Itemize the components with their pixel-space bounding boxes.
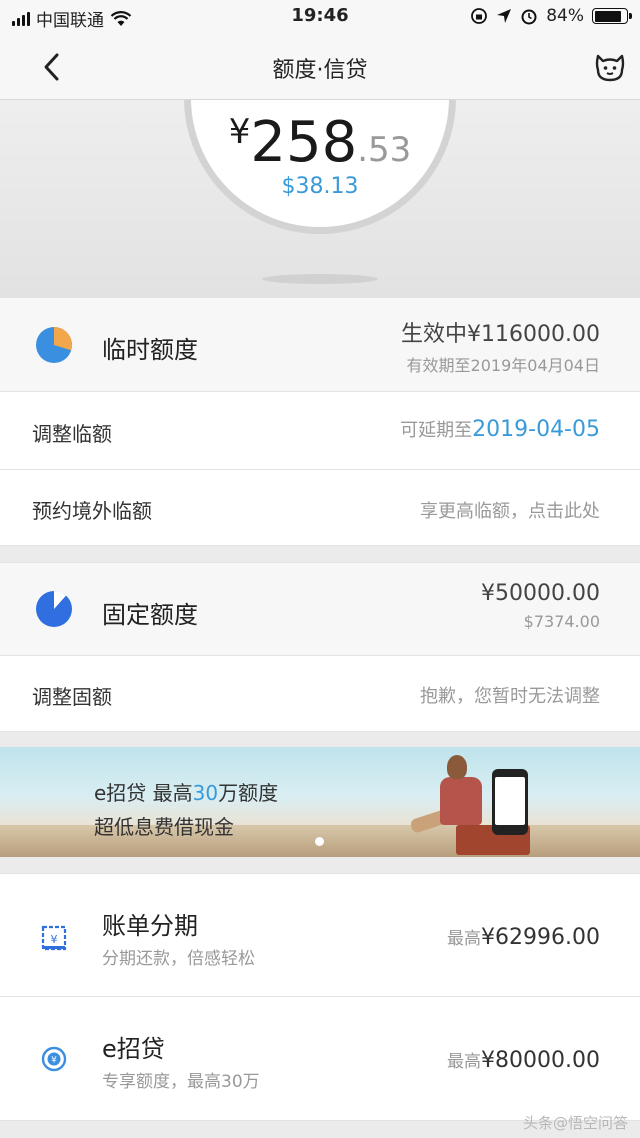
watermark: 头条@悟空问答	[522, 1114, 628, 1132]
page-title: 额度·信贷	[272, 58, 368, 83]
fixed-limit-label: 固定额度	[102, 601, 198, 629]
available-amount-usd: $38.13	[281, 174, 359, 199]
adjust-temporary-limit-row[interactable]: 调整临额 可延期至2019-04-05	[0, 392, 640, 470]
fixed-limit-amount: ¥50000.00	[481, 581, 600, 606]
battery-icon	[592, 8, 632, 24]
fixed-limit-usd: $7374.00	[523, 612, 600, 631]
svg-text:¥: ¥	[51, 933, 58, 946]
adjust-fixed-limit-hint: 抱歉，您暂时无法调整	[420, 686, 600, 707]
battery-fill	[594, 10, 621, 22]
nav-bar: 额度·信贷	[0, 34, 640, 100]
bill-installment-subtitle: 分期还款，倍感轻松	[102, 949, 255, 969]
banner-headline: e招贷 最高30万额度	[94, 777, 278, 806]
e-loan-amount: 最高¥80000.00	[447, 1047, 600, 1073]
alarm-icon	[521, 9, 537, 25]
bill-installment-amount: 最高¥62996.00	[447, 924, 600, 950]
temporary-limit-values: 生效中¥116000.00 有效期至2019年04月04日	[401, 316, 600, 376]
temporary-limit-row[interactable]: 临时额度 生效中¥116000.00 有效期至2019年04月04日	[0, 298, 640, 392]
available-credit-section: ¥258.53 $38.13	[0, 100, 640, 298]
banner-figure	[440, 777, 482, 825]
e-loan-subtitle: 专享额度，最高30万	[102, 1072, 260, 1092]
e-loan-row[interactable]: ¥ e招贷 专享额度，最高30万 最高¥80000.00	[0, 997, 640, 1121]
banner-phone-image	[492, 769, 528, 835]
bill-installment-prefix: 最高	[447, 929, 482, 949]
temporary-limit-label: 临时额度	[102, 336, 198, 364]
banner-headline-prefix: e招贷 最高	[94, 781, 193, 805]
adjust-temporary-limit-label: 调整临额	[32, 422, 112, 446]
bill-installment-value: ¥62996.00	[481, 925, 600, 950]
adjust-fixed-limit-row[interactable]: 调整固额 抱歉，您暂时无法调整	[0, 656, 640, 732]
banner-subline: 超低息费借现金	[94, 815, 234, 839]
fixed-limit-row[interactable]: 固定额度 ¥50000.00 $7374.00	[0, 562, 640, 656]
bill-installment-row[interactable]: ¥ 账单分期 分期还款，倍感轻松 最高¥62996.00	[0, 873, 640, 997]
battery-percent: 84%	[546, 6, 584, 26]
e-loan-value: ¥80000.00	[481, 1048, 600, 1073]
temporary-limit-status-amount: 生效中¥116000.00	[401, 322, 600, 347]
banner-phone-screen	[495, 777, 525, 825]
banner-headline-suffix: 万额度	[218, 781, 279, 805]
fixed-limit-values: ¥50000.00 $7374.00	[481, 581, 600, 631]
overseas-temporary-limit-hint: 享更高临额，点击此处	[420, 501, 600, 522]
location-icon	[497, 9, 512, 23]
e-loan-prefix: 最高	[447, 1052, 482, 1072]
adjust-fixed-limit-label: 调整固额	[32, 685, 112, 709]
e-loan-banner[interactable]: e招贷 最高30万额度 超低息费借现金	[0, 747, 640, 857]
status-bar: 中国联通 19:46 84%	[0, 0, 640, 34]
banner-figure-head	[447, 755, 467, 779]
overseas-temporary-limit-label: 预约境外临额	[32, 499, 152, 523]
mascot-icon[interactable]	[592, 48, 628, 84]
bill-installment-title: 账单分期	[102, 912, 198, 940]
extend-hint-prefix: 可延期至	[400, 420, 473, 441]
carousel-indicator[interactable]	[315, 837, 324, 846]
temporary-limit-validity: 有效期至2019年04月04日	[406, 356, 600, 375]
yen-symbol: ¥	[228, 112, 251, 152]
amount-integer: 258	[250, 110, 358, 175]
overseas-temporary-limit-row[interactable]: 预约境外临额 享更高临额，点击此处	[0, 470, 640, 546]
svg-text:¥: ¥	[51, 1056, 57, 1066]
dial-shadow	[262, 274, 378, 284]
bill-installment-icon: ¥	[41, 925, 67, 951]
temporary-limit-pie-icon	[36, 327, 72, 363]
available-amount: ¥258.53	[0, 110, 640, 175]
banner-headline-highlight: 30	[192, 781, 219, 805]
e-loan-title: e招贷	[102, 1035, 165, 1063]
adjust-temporary-limit-hint: 可延期至2019-04-05	[400, 416, 600, 442]
e-loan-icon: ¥	[41, 1046, 67, 1072]
fixed-limit-pie-icon	[36, 591, 72, 627]
status-right: 84%	[470, 6, 632, 26]
rotation-lock-icon	[471, 8, 488, 24]
extend-hint-date: 2019-04-05	[472, 417, 600, 442]
amount-decimal: .53	[357, 130, 412, 170]
